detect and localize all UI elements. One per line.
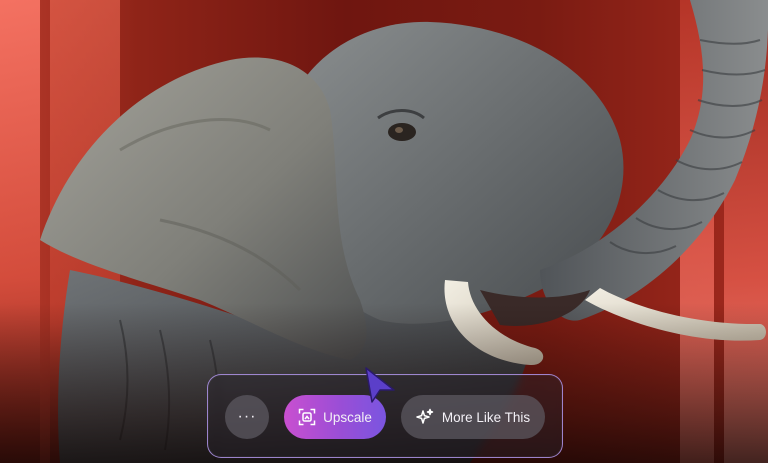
more-like-this-label: More Like This (441, 409, 531, 425)
ellipsis-icon: ··· (237, 408, 257, 425)
cursor-arrow-icon (365, 367, 395, 403)
upscale-frame-icon (298, 408, 316, 426)
sparkles-icon (416, 408, 434, 426)
more-like-this-button[interactable]: More Like This (401, 395, 545, 439)
more-options-button[interactable]: ··· (225, 395, 269, 439)
upscale-label: Upscale (323, 409, 372, 425)
image-preview: ··· Upscale More Like This (0, 0, 768, 463)
